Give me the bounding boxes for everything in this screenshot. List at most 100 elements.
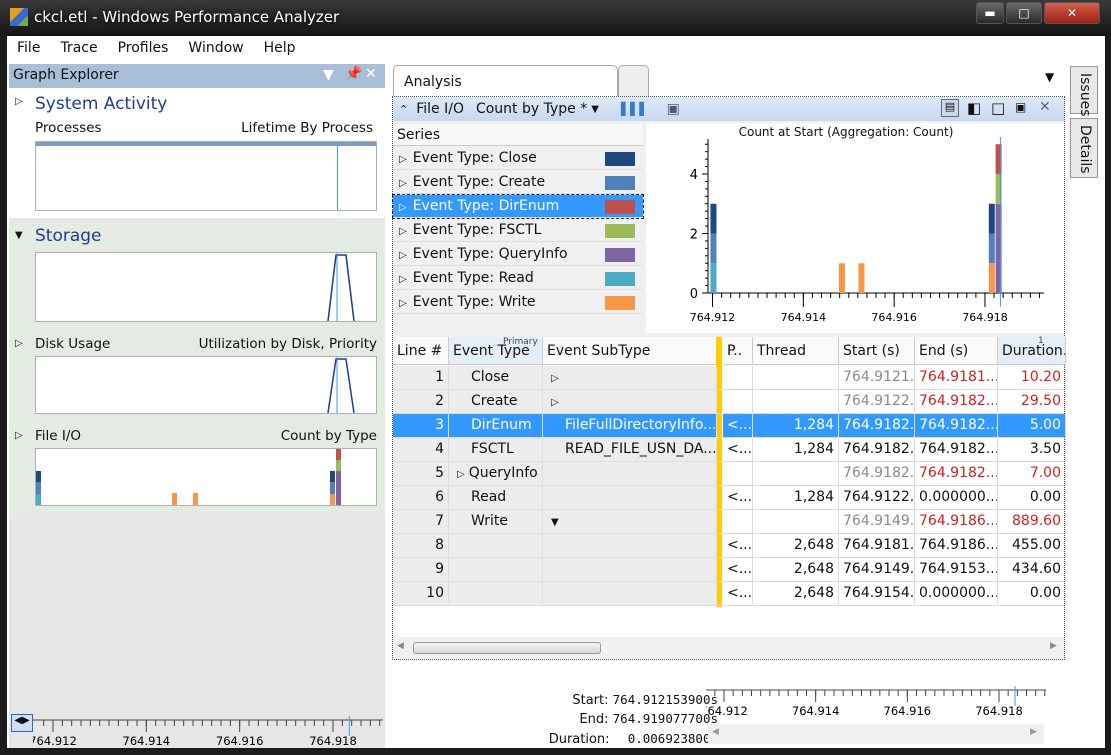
cell-text: 0.000000... [919, 585, 998, 601]
storage-thumbnail[interactable] [35, 252, 377, 322]
cell-type: Create [449, 390, 543, 413]
expand-icon[interactable]: ▷ [457, 469, 465, 480]
tab-issues[interactable]: Issues [1070, 66, 1098, 117]
column-header[interactable]: P.. [723, 337, 753, 365]
expand-icon[interactable]: ▷ [399, 226, 407, 237]
cell-text: 764.9121... [843, 369, 915, 385]
zoom-to-fit-icon[interactable]: ▣ [667, 101, 680, 117]
scroll-right-icon[interactable]: ▶ [1050, 641, 1057, 651]
column-header[interactable]: Duration... [998, 337, 1066, 365]
bar-create [710, 233, 717, 264]
column-header[interactable]: Event SubType [543, 337, 717, 365]
new-tab-button[interactable] [618, 65, 649, 98]
column-header[interactable]: Thread [753, 337, 839, 365]
disk-usage-thumbnail[interactable] [35, 356, 377, 414]
series-item[interactable]: ▷ Event Type: QueryInfo [393, 243, 643, 266]
scroll-left-icon[interactable]: ◀ [397, 641, 404, 651]
timeline-scrollbar[interactable]: ◀ ▶ [708, 724, 1044, 744]
close-panel-icon[interactable]: ✕ [1039, 99, 1051, 115]
collapse-icon[interactable]: ▼ [551, 517, 559, 528]
x-tick-label: 764.916 [871, 311, 917, 324]
section-title[interactable]: System Activity [35, 94, 167, 114]
cell-text: FSCTL [471, 441, 514, 457]
menu-trace[interactable]: Trace [50, 36, 107, 62]
pin-icon[interactable]: 📌 [345, 66, 362, 82]
table-row[interactable]: 5 ▷QueryInfo 764.9182...764.9182... 7.00 [393, 462, 1066, 486]
collapse-icon[interactable]: ▼ [15, 230, 23, 241]
cell-text: DirEnum [471, 417, 532, 433]
series-color-swatch [605, 248, 635, 262]
table-row[interactable]: 3 DirEnum FileFullDirectoryInfo... <... 1,28… [393, 414, 1066, 438]
expand-icon[interactable]: ▷ [15, 430, 23, 441]
chevron-down-icon[interactable]: ▼ [591, 104, 599, 115]
scroll-right-icon[interactable]: ▶ [1030, 727, 1037, 737]
graph-name: File I/O [35, 428, 82, 444]
graph-preset: Utilization by Disk, Priority [198, 336, 377, 352]
dropdown-icon[interactable]: ▼ [323, 67, 334, 83]
expand-icon[interactable]: ▷ [15, 338, 23, 349]
table-row[interactable]: 8 <... 2,648 764.9181...764.9186... 455.00 [393, 534, 1066, 558]
series-item[interactable]: ▷ Event Type: Write [393, 291, 643, 314]
table-row[interactable]: 7 Write ▼ 764.9149...764.9186... 889.60 [393, 510, 1066, 534]
column-header[interactable]: Start (s) [839, 337, 915, 365]
cell-end: 0.000000... [915, 582, 998, 605]
table-row[interactable]: 10 <... 2,648 764.9154...0.000000... 0.00 [393, 582, 1066, 606]
section-title[interactable]: Storage [35, 226, 102, 246]
file-io-thumbnail[interactable] [35, 448, 377, 506]
tab-details[interactable]: Details [1070, 118, 1098, 178]
menu-profiles[interactable]: Profiles [108, 36, 179, 62]
expand-icon[interactable]: ▷ [551, 373, 559, 384]
count-chart[interactable]: Count at Start (Aggregation: Count) 0247… [646, 123, 1064, 333]
close-icon[interactable]: ✕ [365, 66, 377, 82]
scroll-thumb[interactable] [413, 642, 601, 654]
collapse-panel-icon[interactable]: ⌃ [399, 103, 408, 116]
expand-icon[interactable]: ▷ [15, 96, 23, 107]
maximize-panel-icon[interactable]: ▣ [1015, 100, 1026, 114]
minimize-button[interactable]: ▬ [976, 2, 1004, 24]
expand-icon[interactable]: ▷ [399, 298, 407, 309]
table-row[interactable]: 2 Create ▷ 764.9122...764.9182... 29.50 [393, 390, 1066, 414]
graph-and-table-icon[interactable]: ▤ [941, 99, 959, 117]
cell-p: <... [723, 582, 753, 605]
chart-plot[interactable]: 0 2 4 764.912 764.914 764.916 764.918 [646, 123, 1064, 333]
expand-icon[interactable]: ▷ [399, 274, 407, 285]
cell-p: <... [723, 486, 753, 509]
table-row[interactable]: 9 <... 2,648 764.9149...764.9153... 434.60 [393, 558, 1066, 582]
menu-window[interactable]: Window [178, 36, 253, 62]
expand-icon[interactable]: ▷ [551, 397, 559, 408]
chart-type-icon[interactable]: ▌▌▌ [621, 102, 649, 116]
cell-text: 0.00 [1029, 585, 1061, 601]
scroll-left-icon[interactable]: ◀ [712, 727, 719, 737]
series-item[interactable]: ▷ Event Type: Close [393, 147, 643, 170]
menu-file[interactable]: File [7, 36, 50, 62]
expand-icon[interactable]: ▷ [399, 154, 407, 165]
menu-help[interactable]: Help [254, 36, 306, 62]
preset-selector[interactable]: Count by Type * [476, 101, 587, 117]
cell-text: 10.20 [1020, 369, 1061, 385]
cell-text: 9 [435, 561, 444, 577]
expand-icon[interactable]: ▷ [399, 178, 407, 189]
close-button[interactable]: ✕ [1044, 2, 1100, 24]
series-item[interactable]: ▷ Event Type: DirEnum [392, 194, 644, 219]
maximize-button[interactable]: □ [1006, 2, 1042, 24]
tab-analysis[interactable]: Analysis [393, 65, 618, 98]
expand-icon[interactable]: ▷ [399, 202, 407, 213]
processes-thumbnail[interactable] [35, 141, 377, 211]
series-item[interactable]: ▷ Event Type: FSCTL [393, 219, 643, 242]
table-row[interactable]: 6 Read <... 1,284 764.9122...0.000000... 0.00 [393, 486, 1066, 510]
column-header[interactable]: End (s) [915, 337, 998, 365]
graph-only-icon[interactable]: □ [991, 99, 1005, 117]
cell-type: DirEnum [449, 414, 543, 437]
column-header[interactable]: Line # [393, 337, 449, 365]
table-only-icon[interactable]: ◧ [967, 99, 981, 117]
zoom-handle-icon[interactable]: ◀▶ [11, 714, 33, 732]
cell-line: 6 [393, 486, 449, 509]
table-row[interactable]: 1 Close ▷ 764.9121...764.9181... 10.20 [393, 366, 1066, 390]
horizontal-scrollbar[interactable]: ◀ ▶ [393, 639, 1064, 657]
title-bar: ckcl.etl - Windows Performance Analyzer … [0, 0, 1111, 36]
tab-overflow-icon[interactable]: ▼ [1045, 70, 1054, 84]
series-item[interactable]: ▷ Event Type: Create [393, 171, 643, 194]
series-item[interactable]: ▷ Event Type: Read [393, 267, 643, 290]
table-row[interactable]: 4 FSCTL READ_FILE_USN_DA... <... 1,284 764.91… [393, 438, 1066, 462]
expand-icon[interactable]: ▷ [399, 250, 407, 261]
